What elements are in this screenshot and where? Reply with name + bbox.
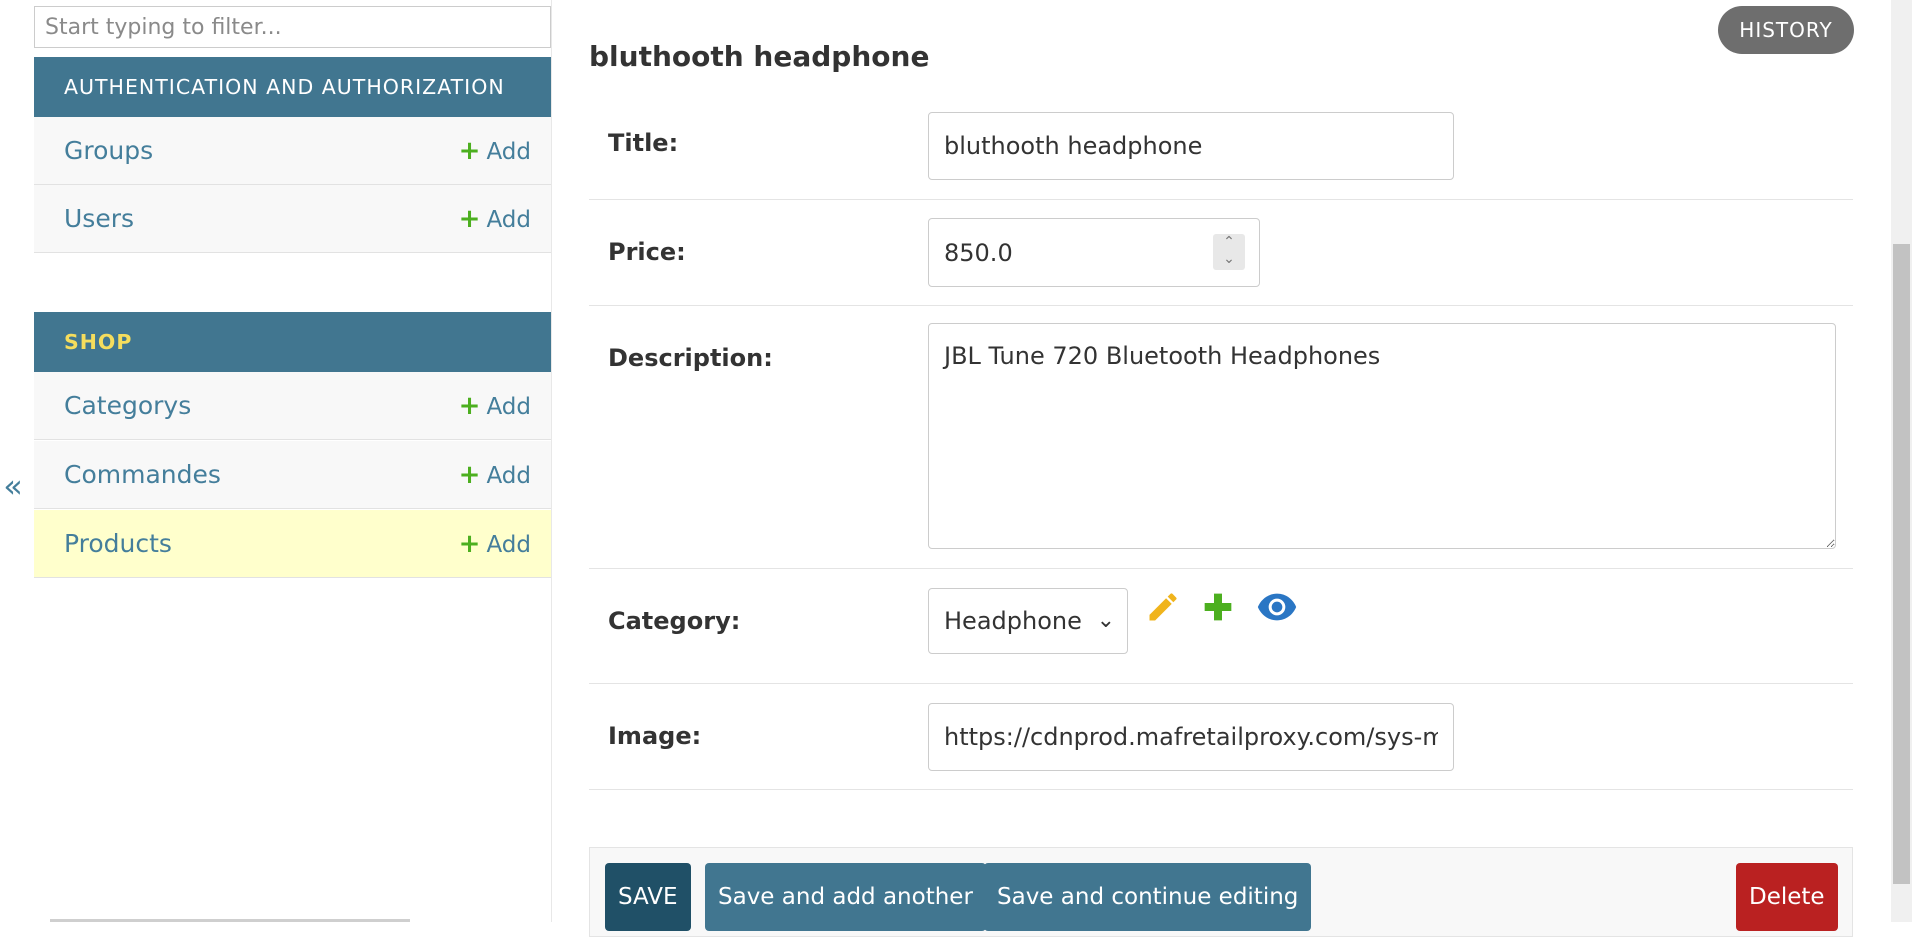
title-label: Title: [608,129,679,157]
form-row-description: Description: JBL Tune 720 Bluetooth Head… [589,306,1853,569]
nav-filter-input[interactable] [34,6,551,48]
pencil-icon[interactable] [1145,589,1181,629]
model-link-users[interactable]: Users [64,185,134,253]
description-textarea[interactable]: JBL Tune 720 Bluetooth Headphones [928,323,1836,549]
category-label: Category: [608,607,741,635]
add-product-link[interactable]: + Add [459,510,531,579]
add-user-link[interactable]: + Add [459,185,531,254]
description-label: Description: [608,344,773,372]
plus-icon: + [458,460,481,490]
sidebar-item-commandes: Commandes + Add [34,441,551,509]
vertical-scrollbar-thumb[interactable] [1893,244,1910,884]
category-select[interactable]: Headphone ⌄ [928,588,1128,654]
price-input-box: ⌃ ⌄ [928,218,1260,287]
nav-sidebar: AUTHENTICATION AND AUTHORIZATION Groups … [34,0,552,922]
sidebar-item-users: Users + Add [34,185,551,253]
number-spinner[interactable]: ⌃ ⌄ [1213,234,1245,270]
add-label: Add [486,394,531,420]
image-label: Image: [608,722,702,750]
toggle-sidebar-button[interactable]: « [0,466,26,506]
category-selected-value: Headphone [944,607,1082,635]
title-input[interactable] [928,112,1454,180]
add-label: Add [486,532,531,558]
add-commande-link[interactable]: + Add [459,441,531,510]
plus-icon: + [458,391,481,421]
history-button[interactable]: HISTORY [1718,6,1854,54]
form-row-category: Category: Headphone ⌄ [589,569,1853,684]
submit-row: SAVE Save and add another Save and conti… [589,847,1853,937]
add-label: Add [486,207,531,233]
plus-icon: + [458,136,481,166]
module-caption-auth[interactable]: AUTHENTICATION AND AUTHORIZATION [34,57,551,117]
save-button[interactable]: SAVE [605,863,691,931]
add-category-link[interactable]: + Add [459,372,531,441]
form-row-price: Price: ⌃ ⌄ [589,200,1853,306]
delete-button[interactable]: Delete [1736,863,1838,931]
sidebar-item-categorys: Categorys + Add [34,372,551,440]
add-label: Add [486,139,531,165]
page-title: bluthooth headphone [589,40,930,73]
price-input[interactable] [929,219,1199,286]
chevron-down-icon: ⌄ [1096,608,1115,633]
add-group-link[interactable]: + Add [459,117,531,186]
spin-down-icon[interactable]: ⌄ [1213,251,1245,268]
form-row-image: Image: [589,684,1853,790]
plus-icon[interactable] [1202,591,1234,627]
save-and-add-another-button[interactable]: Save and add another [705,863,986,931]
model-link-commandes[interactable]: Commandes [64,441,221,509]
sidebar-item-groups: Groups + Add [34,117,551,185]
model-link-products[interactable]: Products [64,510,172,578]
module-caption-shop[interactable]: SHOP [34,312,551,372]
price-label: Price: [608,238,686,266]
save-and-continue-button[interactable]: Save and continue editing [984,863,1312,931]
plus-icon: + [458,529,481,559]
sidebar-item-products: Products + Add [34,510,551,578]
plus-icon: + [458,204,481,234]
image-url-input[interactable] [928,703,1454,771]
spin-up-icon[interactable]: ⌃ [1213,234,1245,251]
form-row-title: Title: [589,99,1853,200]
add-label: Add [486,463,531,489]
model-link-categorys[interactable]: Categorys [64,372,191,440]
eye-icon[interactable] [1257,591,1297,627]
model-link-groups[interactable]: Groups [64,117,153,185]
